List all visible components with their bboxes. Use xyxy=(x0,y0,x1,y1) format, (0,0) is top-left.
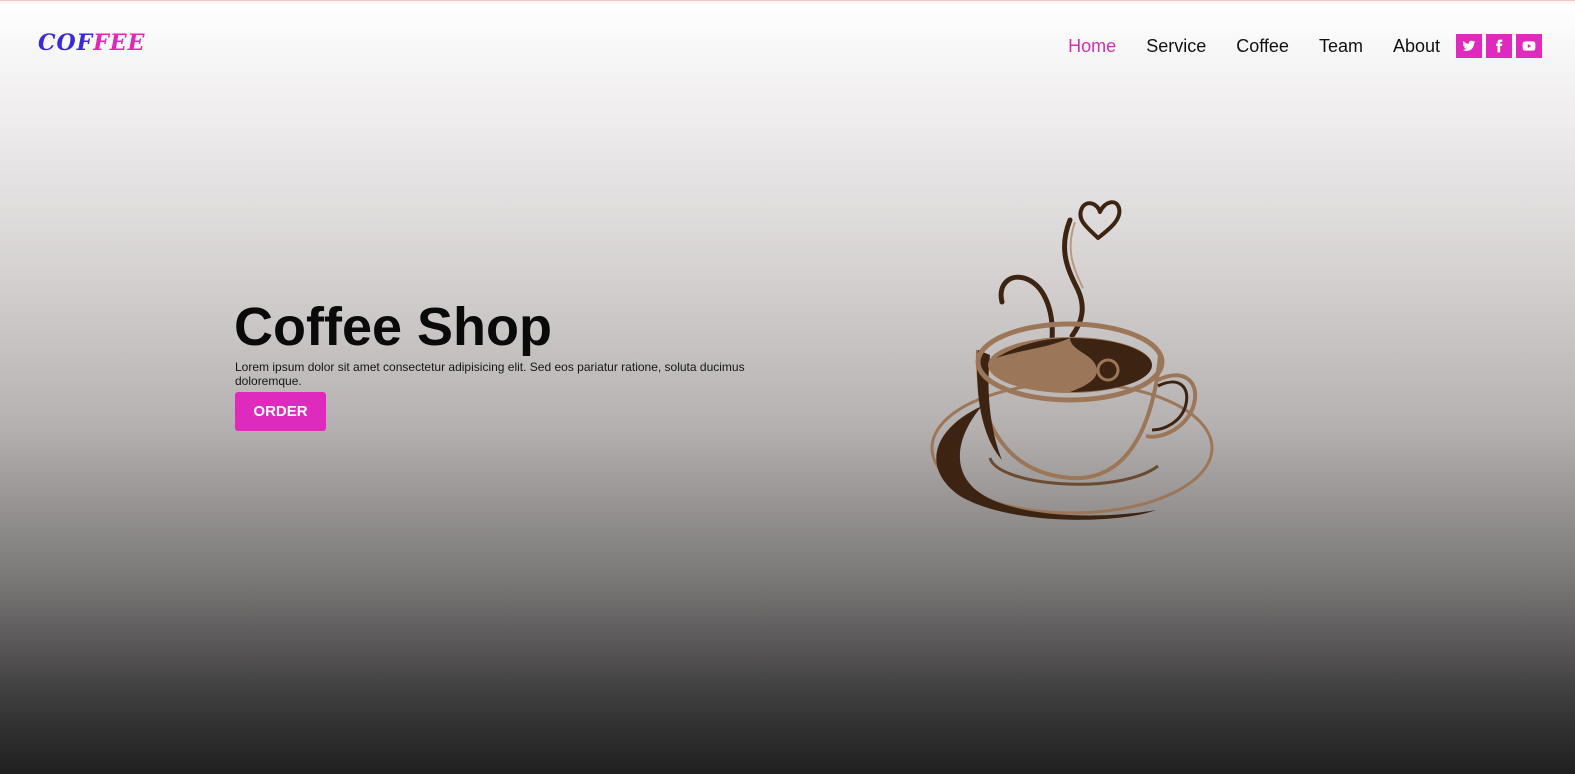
top-border xyxy=(0,0,1575,4)
hero-title: Coffee Shop xyxy=(234,297,552,357)
nav-item-team[interactable]: Team xyxy=(1319,34,1363,58)
twitter-link[interactable] xyxy=(1456,34,1482,58)
hero-description: Lorem ipsum dolor sit amet consectetur a… xyxy=(235,360,745,388)
order-button[interactable]: ORDER xyxy=(235,392,326,431)
youtube-icon xyxy=(1522,41,1536,51)
coffee-cup-illustration xyxy=(930,200,1214,520)
brand-logo[interactable]: COFFEE xyxy=(38,30,145,56)
nav-item-home[interactable]: Home xyxy=(1068,34,1116,58)
facebook-icon xyxy=(1496,39,1503,53)
nav-item-about[interactable]: About xyxy=(1393,34,1440,58)
twitter-icon xyxy=(1462,40,1476,52)
logo-text-part1: COF xyxy=(38,30,94,56)
steam-swirl-right xyxy=(1062,217,1085,339)
youtube-link[interactable] xyxy=(1516,34,1542,58)
nav-item-coffee[interactable]: Coffee xyxy=(1236,34,1289,58)
social-links xyxy=(1456,34,1542,58)
main-nav: Home Service Coffee Team About xyxy=(1068,34,1440,58)
logo-text-part2: FEE xyxy=(93,30,146,56)
facebook-link[interactable] xyxy=(1486,34,1512,58)
heart-steam xyxy=(1078,200,1122,240)
nav-item-service[interactable]: Service xyxy=(1146,34,1206,58)
cup-handle xyxy=(1145,373,1198,439)
